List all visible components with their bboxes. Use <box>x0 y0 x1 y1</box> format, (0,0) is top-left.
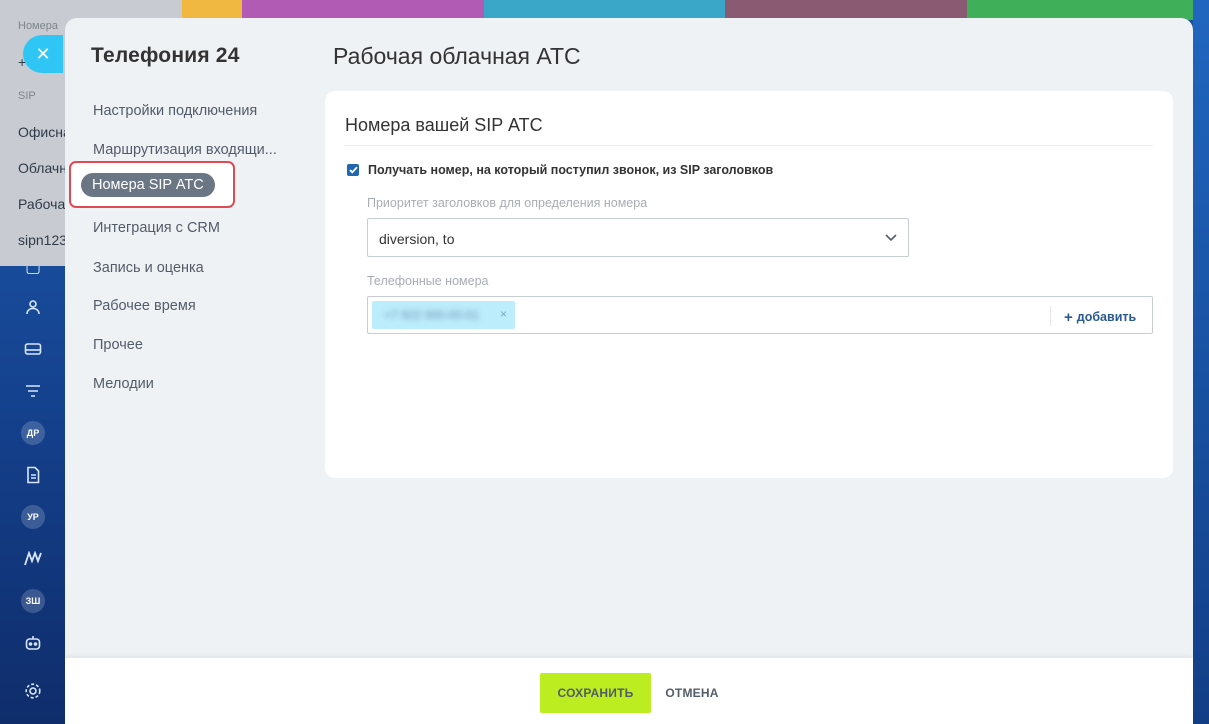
phone-number-tag: +7 922 000-00-01 × <box>372 301 515 329</box>
bg-panel-item[interactable]: Офисна <box>18 124 71 140</box>
bg-panel-item[interactable]: sipn123 <box>18 232 67 248</box>
add-phone-label: добавить <box>1076 310 1137 324</box>
bg-panel-item: Номера <box>18 20 58 32</box>
close-icon: ✕ <box>35 43 51 64</box>
add-phone-button[interactable]: + добавить <box>1064 308 1137 326</box>
phone-numbers-input[interactable]: +7 922 000-00-01 × + добавить <box>367 296 1153 334</box>
plus-icon: + <box>1064 309 1073 326</box>
settings-gear-icon[interactable] <box>20 678 46 704</box>
close-slider-button[interactable]: ✕ <box>23 35 63 73</box>
sip-headers-checkbox-label[interactable]: Получать номер, на который поступил звон… <box>368 163 773 177</box>
avatar-badge[interactable]: ДР <box>21 421 45 445</box>
sidebar-title: Телефония 24 <box>91 44 240 67</box>
bg-stripe <box>483 0 726 20</box>
bg-stripe <box>967 0 1209 20</box>
bg-stripe <box>725 0 968 20</box>
chevron-down-icon <box>885 234 897 242</box>
inbox-icon[interactable] <box>20 336 46 362</box>
sip-headers-checkbox-row[interactable]: Получать номер, на который поступил звон… <box>347 163 773 177</box>
background-right-edge <box>1193 0 1209 724</box>
document-icon[interactable] <box>20 462 46 488</box>
avatar-badge[interactable]: ЗШ <box>21 589 45 613</box>
sidebar-item-melodies[interactable]: Мелодии <box>93 376 285 392</box>
sidebar-item-recording[interactable]: Запись и оценка <box>93 260 285 276</box>
phones-field-label: Телефонные номера <box>367 274 489 288</box>
users-icon[interactable] <box>20 294 46 320</box>
checkmark-icon <box>348 166 358 174</box>
sidebar-item-working-hours[interactable]: Рабочее время <box>93 298 285 314</box>
cancel-button[interactable]: ОТМЕНА <box>659 673 725 713</box>
robot-icon[interactable] <box>20 630 46 656</box>
filter-icon[interactable] <box>20 378 46 404</box>
bg-stripe <box>241 0 484 20</box>
phone-number-value: +7 922 000-00-01 <box>384 308 480 322</box>
settings-slider: Телефония 24 Настройки подключения Маршр… <box>65 18 1193 724</box>
sidebar-item-crm-integration[interactable]: Интеграция с CRM <box>93 220 285 236</box>
bg-panel-item[interactable]: Рабоча <box>18 196 65 212</box>
sip-headers-checkbox[interactable] <box>347 164 359 176</box>
sidebar-item-sip-numbers[interactable]: Номера SIP АТС <box>81 173 215 197</box>
sidebar-item-incoming-routing[interactable]: Маршрутизация входящи... <box>93 142 285 158</box>
add-divider <box>1050 306 1051 326</box>
card-divider <box>345 145 1153 146</box>
save-button[interactable]: СОХРАНИТЬ <box>540 673 651 713</box>
remove-tag-icon[interactable]: × <box>500 307 507 321</box>
sip-numbers-card: Номера вашей SIP АТС Получать номер, на … <box>325 91 1173 478</box>
card-title: Номера вашей SIP АТС <box>345 115 543 135</box>
sidebar-item-highlight: Номера SIP АТС <box>69 161 235 208</box>
priority-field-label: Приоритет заголовков для определения ном… <box>367 196 648 210</box>
sidebar-item-connection-settings[interactable]: Настройки подключения <box>93 103 285 119</box>
header-priority-value: diversion, to <box>379 231 455 247</box>
footer-bar: СОХРАНИТЬ ОТМЕНА <box>65 658 1193 724</box>
header-priority-select[interactable]: diversion, to <box>367 218 909 257</box>
avatar-badge[interactable]: УР <box>21 505 45 529</box>
page-title: Рабочая облачная АТС <box>333 43 581 69</box>
bg-panel-item[interactable]: Облачн <box>18 160 67 176</box>
sidebar-item-other[interactable]: Прочее <box>93 337 285 353</box>
bg-panel-item: SIP <box>18 90 36 102</box>
brand-logo-icon[interactable] <box>20 546 46 572</box>
